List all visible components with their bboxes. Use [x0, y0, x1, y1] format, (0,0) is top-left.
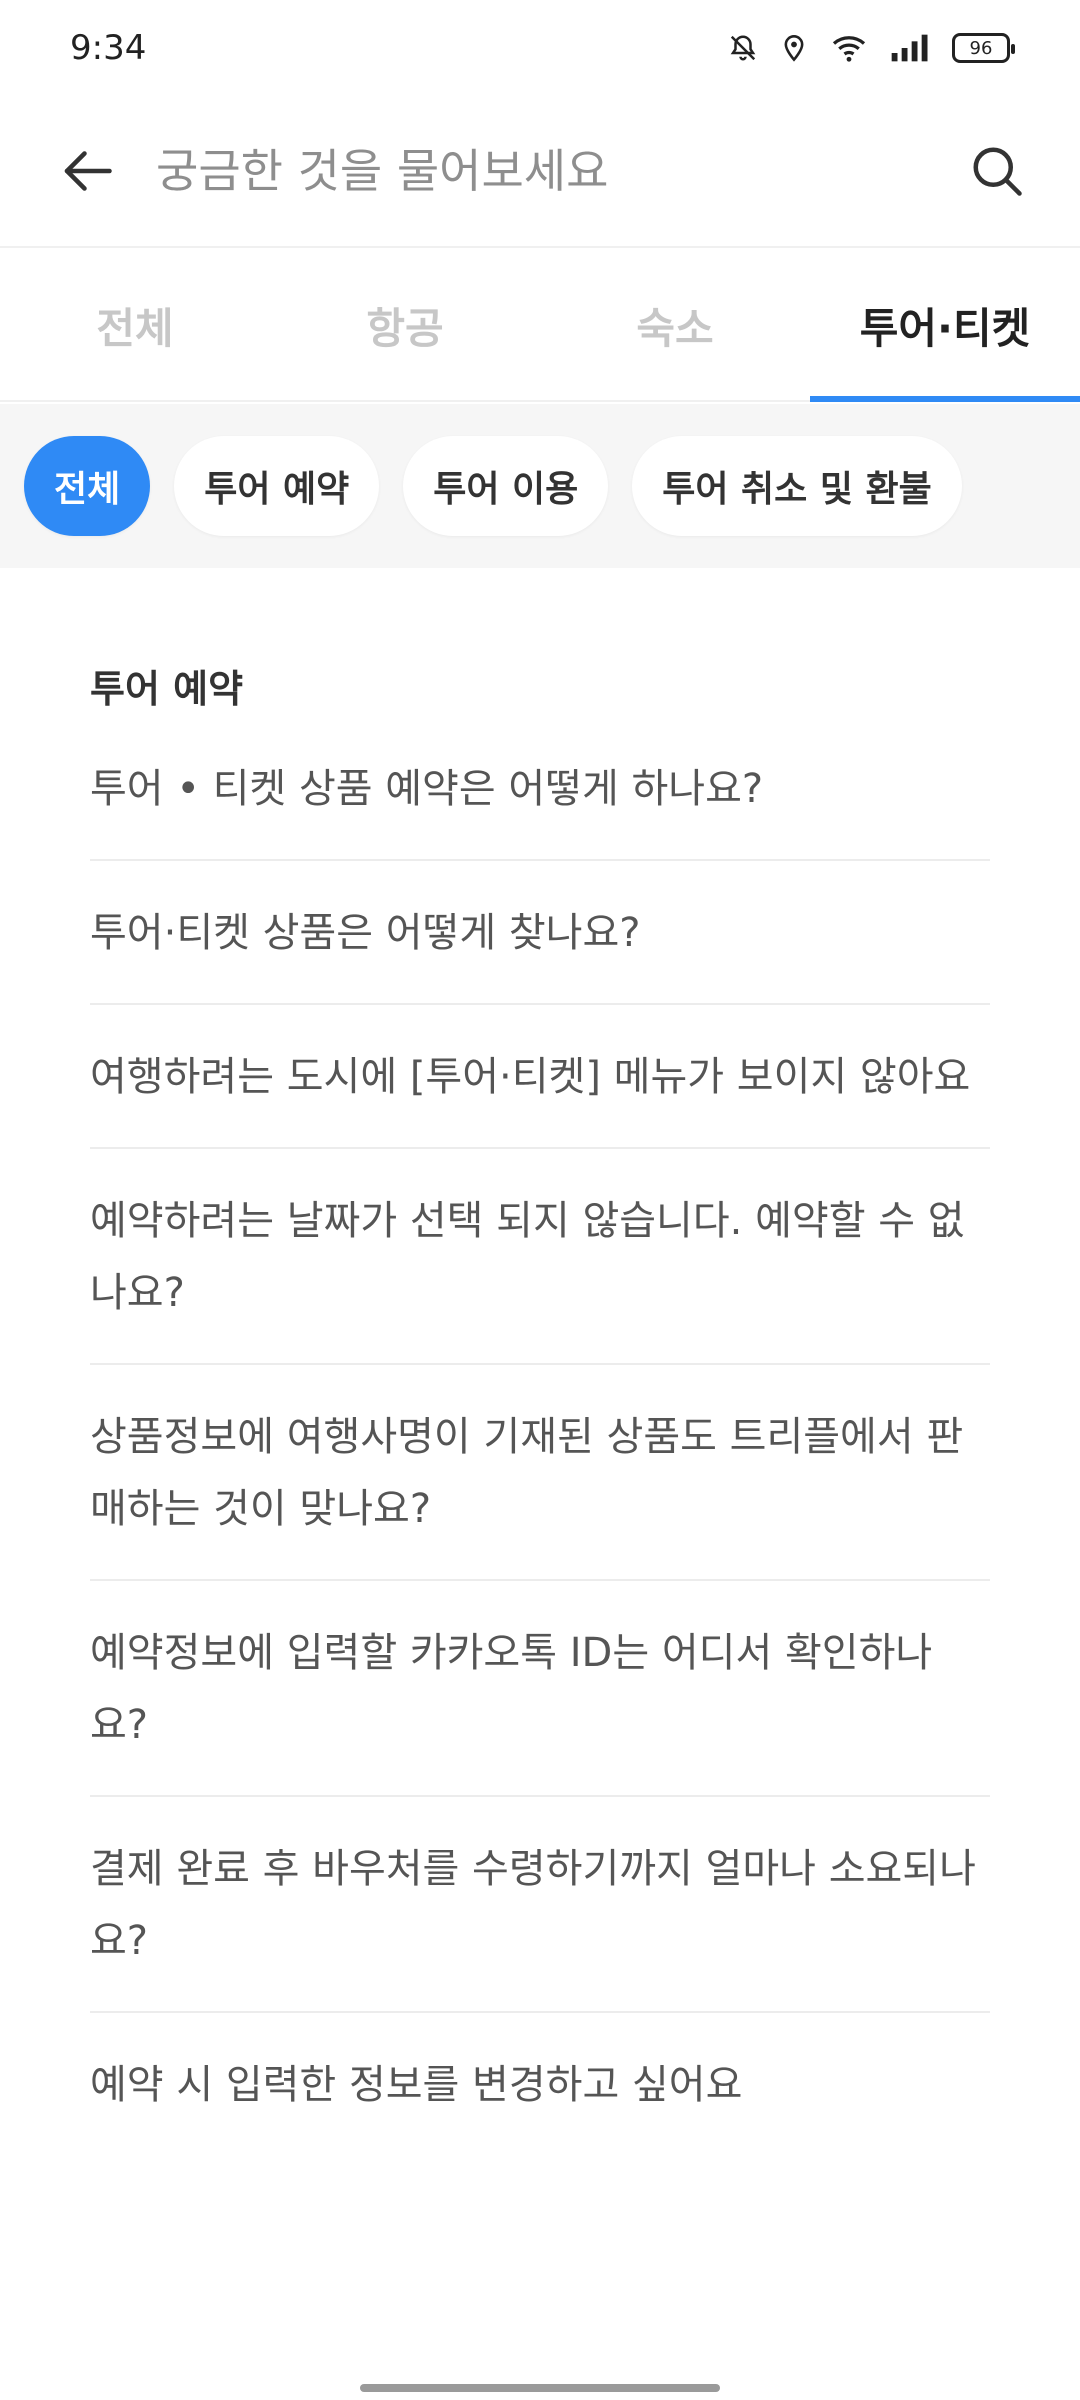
faq-item[interactable]: 예약하려는 날짜가 선택 되지 않습니다. 예약할 수 없나요?: [90, 1149, 990, 1365]
faq-list: 투어 • 티켓 상품 예약은 어떻게 하나요? 투어·티켓 상품은 어떻게 찾나…: [90, 741, 990, 2155]
tab-flight[interactable]: 항공: [270, 250, 540, 400]
chip-tour-cancel-refund[interactable]: 투어 취소 및 환불: [632, 436, 962, 536]
search-input[interactable]: [132, 126, 952, 216]
faq-item[interactable]: 예약정보에 입력할 카카오톡 ID는 어디서 확인하나요?: [90, 1581, 990, 1797]
filter-chips: 전체 투어 예약 투어 이용 투어 취소 및 환불: [0, 404, 1080, 568]
home-indicator[interactable]: [360, 2384, 720, 2392]
tab-lodging[interactable]: 숙소: [540, 250, 810, 400]
location-icon: [784, 35, 804, 62]
faq-content: 투어 예약 투어 • 티켓 상품 예약은 어떻게 하나요? 투어·티켓 상품은 …: [90, 568, 990, 2155]
faq-item[interactable]: 여행하려는 도시에 [투어·티켓] 메뉴가 보이지 않아요: [90, 1005, 990, 1149]
chip-tour-booking[interactable]: 투어 예약: [174, 436, 380, 536]
search-button[interactable]: [952, 126, 1042, 216]
faq-item[interactable]: 예약 시 입력한 정보를 변경하고 싶어요: [90, 2013, 990, 2155]
battery-icon: 96: [952, 33, 1015, 63]
category-tabs: 전체 항공 숙소 투어·티켓: [0, 250, 1080, 402]
section-title: 투어 예약: [90, 667, 244, 711]
faq-item[interactable]: 결제 완료 후 바우처를 수령하기까지 얼마나 소요되나요?: [90, 1797, 990, 2013]
wifi-icon: [832, 36, 866, 62]
faq-item[interactable]: 상품정보에 여행사명이 기재된 상품도 트리플에서 판매하는 것이 맞나요?: [90, 1365, 990, 1581]
search-header: [0, 96, 1080, 248]
chip-all[interactable]: 전체: [24, 436, 151, 536]
chip-tour-usage[interactable]: 투어 이용: [403, 436, 609, 536]
status-icons: 96: [728, 33, 1015, 63]
back-button[interactable]: [42, 126, 132, 216]
signal-icon: [891, 34, 928, 62]
faq-item[interactable]: 투어·티켓 상품은 어떻게 찾나요?: [90, 861, 990, 1005]
tab-all[interactable]: 전체: [0, 250, 270, 400]
tab-tour-ticket[interactable]: 투어·티켓: [810, 250, 1080, 402]
status-bar: 9:34 96: [0, 0, 1080, 96]
status-time: 9:34: [70, 28, 147, 68]
search-icon: [973, 147, 1022, 196]
battery-level: 96: [969, 37, 993, 59]
arrow-left-icon: [64, 151, 112, 191]
bell-muted-icon: [730, 35, 756, 61]
faq-item[interactable]: 투어 • 티켓 상품 예약은 어떻게 하나요?: [90, 741, 990, 861]
